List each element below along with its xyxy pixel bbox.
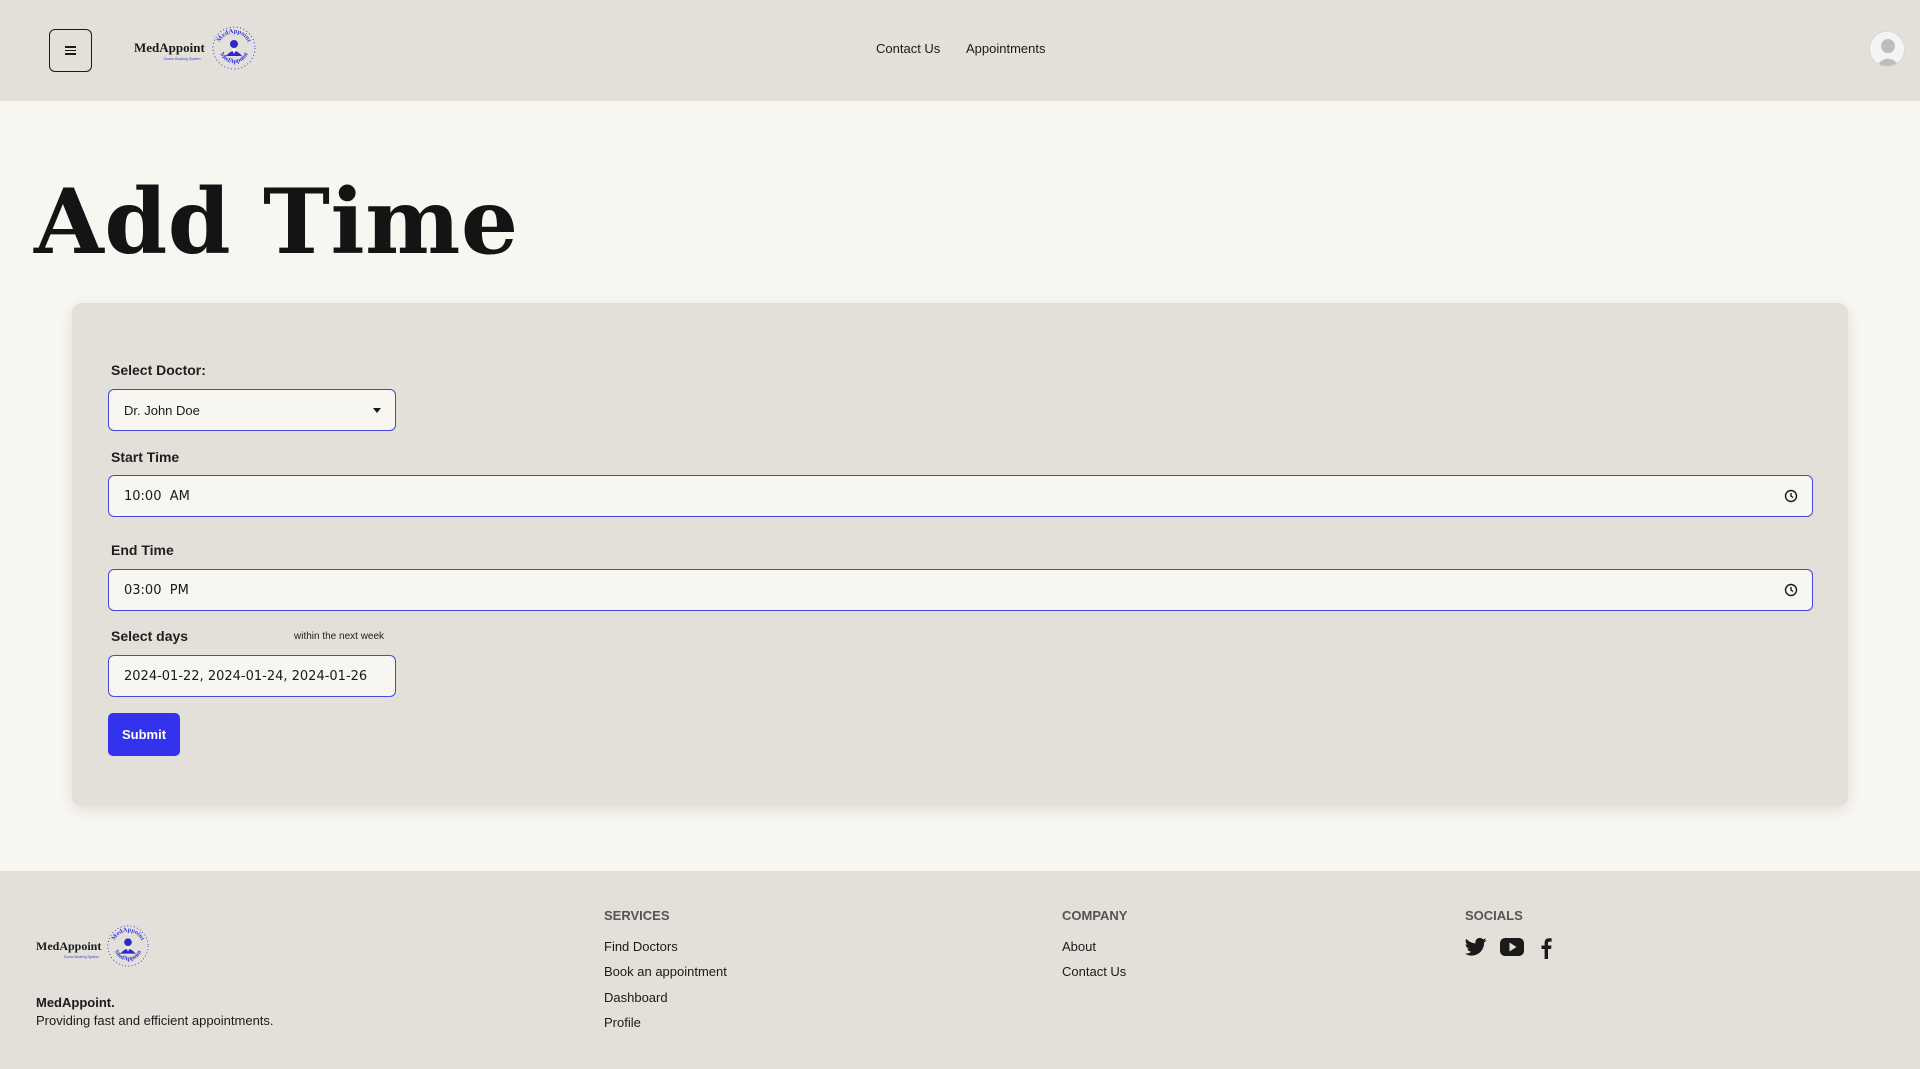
end-time-label: End Time [111,542,174,558]
end-time-input[interactable]: 03:00 PM [108,569,1813,611]
footer-brand-tagline: Providing fast and efficient appointment… [36,1013,274,1028]
twitter-icon[interactable] [1465,937,1487,957]
nav-contact-us[interactable]: Contact Us [876,41,940,56]
add-time-form: Select Doctor: Dr. John Doe Start Time 1… [72,303,1848,806]
footer-link-contact-us[interactable]: Contact Us [1062,964,1126,979]
days-label: Select days [111,628,189,644]
youtube-icon[interactable] [1500,937,1524,957]
footer-link-find-doctors[interactable]: Find Doctors [604,939,678,954]
footer-link-dashboard[interactable]: Dashboard [604,990,668,1005]
clock-icon[interactable] [1784,489,1798,503]
days-value: 2024-01-22, 2024-01-24, 2024-01-26 [124,668,368,684]
logo-emblem-icon: MedAppoint MedAppoint [212,26,256,70]
header-logo[interactable]: MedAppoint Doctor Booking System MedAppo… [134,24,258,72]
page-title: Add Time [34,169,519,275]
start-time-value: 10:00 AM [124,488,190,504]
start-time-label: Start Time [111,449,180,465]
clock-icon[interactable] [1784,583,1798,597]
logo-text: MedAppoint Doctor Booking System [134,40,205,61]
site-header: MedAppoint Doctor Booking System MedAppo… [0,0,1920,101]
days-input[interactable]: 2024-01-22, 2024-01-24, 2024-01-26 [108,655,396,697]
footer-brand-name: MedAppoint. [36,995,115,1010]
user-icon [1870,32,1904,66]
logo-text: MedAppoint Doctor Booking System [36,938,102,959]
facebook-icon[interactable] [1540,937,1552,959]
doctor-select[interactable]: Dr. John Doe [108,389,396,431]
chevron-down-icon [373,408,381,413]
site-footer: MedAppoint Doctor Booking System MedAppo… [0,871,1920,1069]
hamburger-icon [65,46,76,55]
logo-emblem-icon: MedAppoint MedAppoint [107,925,149,967]
menu-button[interactable] [49,29,92,72]
footer-company-heading: COMPANY [1062,908,1128,923]
footer-socials-heading: SOCIALS [1465,908,1523,923]
footer-link-about[interactable]: About [1062,939,1096,954]
start-time-input[interactable]: 10:00 AM [108,475,1813,517]
nav-appointments[interactable]: Appointments [966,41,1046,56]
footer-services-heading: SERVICES [604,908,670,923]
days-note: within the next week [294,631,385,642]
doctor-select-value: Dr. John Doe [124,402,200,418]
end-time-value: 03:00 PM [124,582,189,598]
user-avatar[interactable] [1869,31,1905,67]
footer-logo[interactable]: MedAppoint Doctor Booking System MedAppo… [36,923,151,969]
doctor-label: Select Doctor: [111,362,206,378]
logo-tagline: Doctor Booking System [164,57,201,61]
footer-link-book-appointment[interactable]: Book an appointment [604,964,727,979]
footer-link-profile[interactable]: Profile [604,1015,641,1030]
submit-button[interactable]: Submit [108,713,180,756]
logo-tagline: Doctor Booking System [64,954,99,959]
